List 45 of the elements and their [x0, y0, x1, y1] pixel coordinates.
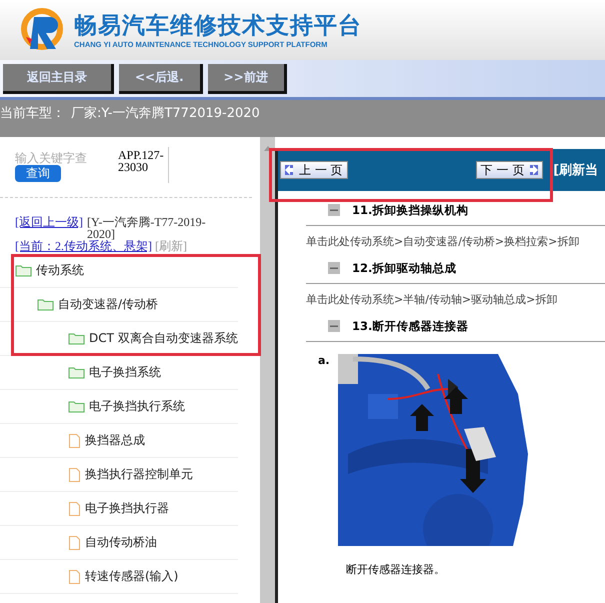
- search-button[interactable]: 查询: [15, 165, 61, 182]
- collapse-icon[interactable]: [328, 320, 340, 332]
- substep-label: a.: [318, 354, 330, 369]
- step-title: 12.拆卸驱动轴总成: [352, 260, 456, 276]
- document-icon: [68, 466, 81, 482]
- vehicle-name: 厂家:Y-一汽奔腾T772019-2020: [71, 105, 260, 123]
- right-arrow-icon: [530, 165, 538, 175]
- tree-item[interactable]: 自动传动桥油: [85, 534, 157, 551]
- back-link[interactable]: [返回上一级]: [15, 216, 83, 228]
- folder-icon: [68, 332, 85, 345]
- procedure-link[interactable]: 单击此处传动系统>半轴/传动轴>驱动轴总成>拆卸: [306, 284, 605, 311]
- collapse-icon[interactable]: [328, 204, 340, 216]
- tree-item[interactable]: 电子换挡执行器: [85, 500, 169, 517]
- folder-icon: [15, 264, 32, 277]
- tree-item[interactable]: DCT 双离合自动变速器系统: [89, 330, 238, 347]
- tree-item[interactable]: 转速传感器(输入): [85, 568, 178, 585]
- tree-item[interactable]: 电子换挡执行系统: [89, 398, 185, 415]
- current-section-link[interactable]: [当前：2.传动系统、悬架]: [15, 239, 152, 253]
- tree-item[interactable]: 电子换挡系统: [89, 364, 161, 381]
- site-title: 畅易汽车维修技术支持平台: [74, 12, 362, 40]
- figure-caption: 断开传感器连接器。: [345, 562, 446, 577]
- folder-icon: [68, 400, 85, 413]
- folder-icon: [37, 298, 54, 311]
- document-icon: [68, 568, 81, 584]
- tree-item[interactable]: 传动系统: [36, 262, 84, 279]
- folder-icon: [68, 366, 85, 379]
- previous-page-button[interactable]: 上 一 页: [280, 161, 348, 179]
- refresh-link[interactable]: [刷新当: [553, 161, 598, 179]
- collapse-icon[interactable]: [328, 262, 340, 274]
- scrollbar[interactable]: [260, 137, 275, 603]
- procedure-link[interactable]: 单击此处传动系统>自动变速器/传动桥>换档拉索>拆卸: [306, 226, 605, 253]
- tree-item[interactable]: 自动变速器/传动桥: [58, 296, 158, 313]
- scroll-up-icon[interactable]: [264, 145, 272, 151]
- next-page-button[interactable]: 下 一 页: [476, 161, 544, 179]
- document-icon: [68, 432, 81, 448]
- document-icon: [68, 534, 81, 550]
- step-title: 11.拆卸换挡操纵机构: [352, 202, 468, 218]
- tree-item[interactable]: 换挡器总成: [85, 432, 145, 449]
- left-arrow-icon: [285, 165, 293, 175]
- vehicle-path: [Y-一汽奔腾-T77-2019-2020]: [87, 216, 207, 240]
- app-code: APP.127-23030: [118, 147, 169, 183]
- tree-item[interactable]: 换挡执行器控制单元: [85, 466, 193, 483]
- step-title: 13.断开传感器连接器: [352, 318, 468, 334]
- document-icon: [68, 500, 81, 516]
- vehicle-label: 当前车型：: [0, 105, 65, 123]
